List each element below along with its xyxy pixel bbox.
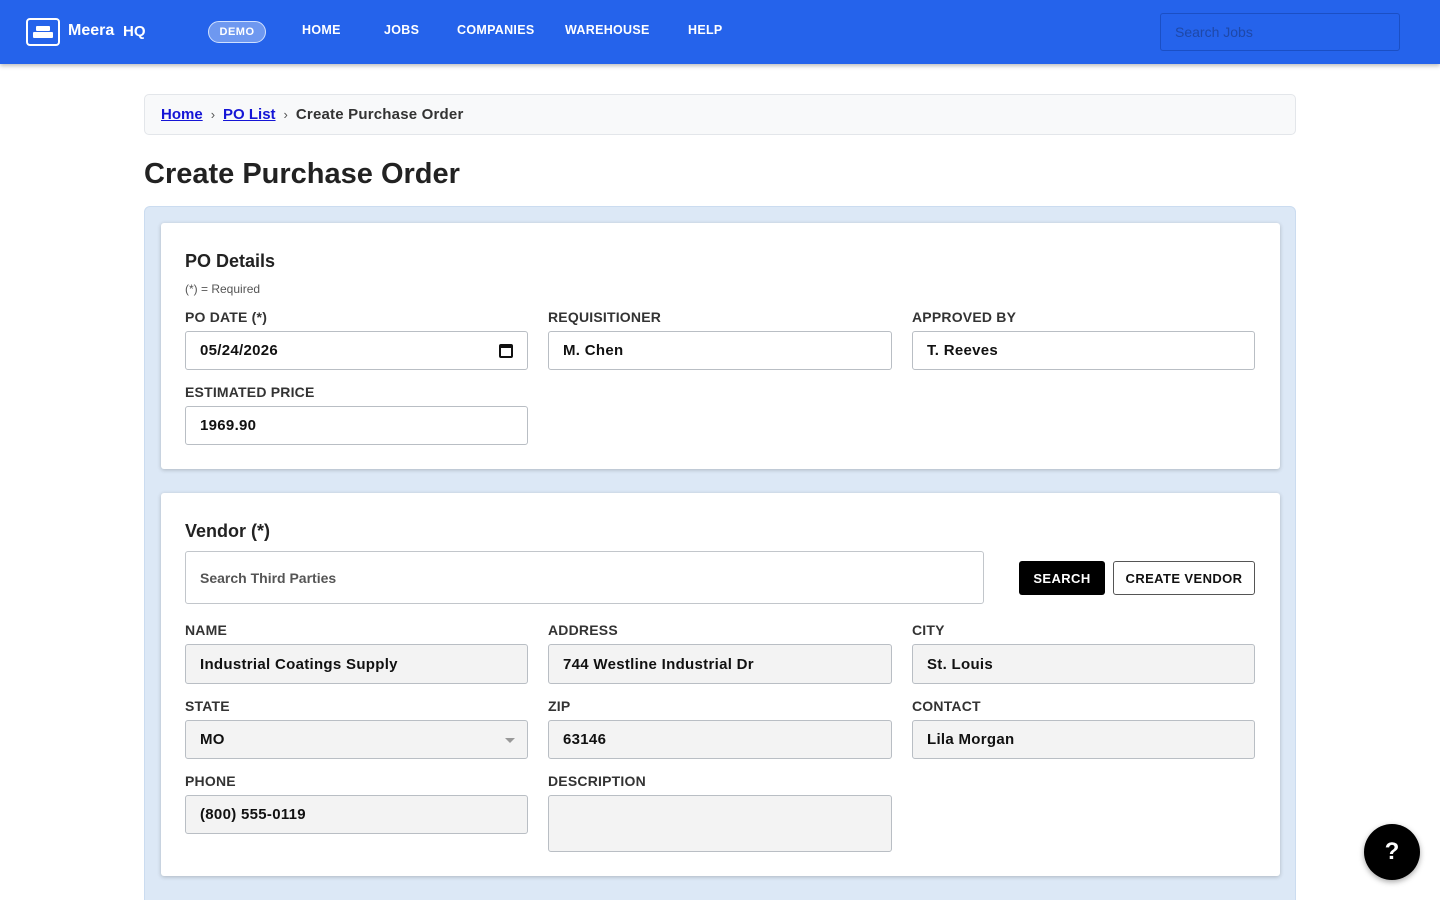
- vendor-city-value: St. Louis: [927, 655, 994, 673]
- breadcrumb: Home › PO List › Create Purchase Order: [144, 94, 1296, 135]
- vendor-address-value: 744 Westline Industrial Dr: [563, 655, 754, 673]
- approved-by-value: T. Reeves: [927, 342, 999, 359]
- vendor-title: Vendor (*): [185, 521, 271, 541]
- vendor-phone-field[interactable]: (800) 555-0119: [185, 795, 528, 834]
- po-details-title: PO Details: [185, 251, 276, 271]
- vendor-name-value: Industrial Coatings Supply: [200, 655, 398, 673]
- vendor-phone-label: PHONE: [185, 773, 236, 789]
- brand-logo-icon[interactable]: [26, 18, 60, 46]
- brand-suffix[interactable]: HQ: [123, 23, 146, 40]
- vendor-state-value: MO: [200, 731, 225, 748]
- nav-help[interactable]: HELP: [688, 23, 723, 37]
- breadcrumb-current: Create Purchase Order: [295, 106, 464, 123]
- search-button[interactable]: SEARCH: [1019, 561, 1105, 595]
- vendor-name-label: NAME: [185, 622, 228, 638]
- top-navbar: Meera HQ DEMO HOME JOBS COMPANIES WAREHO…: [0, 0, 1440, 64]
- page-title: Create Purchase Order: [144, 158, 460, 190]
- approved-by-field[interactable]: T. Reeves: [912, 331, 1255, 370]
- vendor-search-input[interactable]: [185, 551, 984, 604]
- po-date-label: PO DATE (*): [185, 309, 268, 325]
- breadcrumb-home-link[interactable]: Home: [161, 106, 203, 123]
- nav-home[interactable]: HOME: [302, 23, 341, 37]
- vendor-name-field[interactable]: Industrial Coatings Supply: [185, 644, 528, 684]
- vendor-zip-field[interactable]: 63146: [548, 720, 892, 759]
- required-note: (*) = Required: [185, 282, 261, 296]
- create-vendor-button[interactable]: CREATE VENDOR: [1113, 561, 1255, 595]
- nav-jobs[interactable]: JOBS: [384, 23, 419, 37]
- requisitioner-value: M. Chen: [563, 342, 624, 359]
- vendor-address-label: ADDRESS: [548, 622, 618, 638]
- vendor-state-select[interactable]: MO: [185, 720, 528, 759]
- chevron-down-icon[interactable]: [505, 738, 515, 743]
- breadcrumb-separator: ›: [283, 107, 288, 122]
- requisitioner-label: REQUISITIONER: [548, 309, 662, 325]
- vendor-city-field[interactable]: St. Louis: [912, 644, 1255, 684]
- po-date-field[interactable]: 05/24/2026: [185, 331, 528, 370]
- vendor-city-label: CITY: [912, 622, 945, 638]
- nav-warehouse[interactable]: WAREHOUSE: [565, 23, 650, 37]
- requisitioner-field[interactable]: M. Chen: [548, 331, 892, 370]
- brand-name[interactable]: Meera: [68, 22, 114, 40]
- breadcrumb-separator: ›: [210, 107, 216, 122]
- search-jobs-input[interactable]: [1160, 13, 1400, 51]
- vendor-contact-label: CONTACT: [912, 698, 981, 714]
- nav-companies[interactable]: COMPANIES: [457, 23, 534, 37]
- estimated-price-field[interactable]: 1969.90: [185, 406, 528, 445]
- vendor-contact-value: Lila Morgan: [927, 731, 1015, 748]
- vendor-zip-value: 63146: [563, 731, 607, 748]
- vendor-card: Vendor (*) SEARCH CREATE VENDOR NAME Ind…: [161, 493, 1280, 876]
- vendor-description-textarea[interactable]: [548, 795, 892, 852]
- vendor-phone-value: (800) 555-0119: [200, 806, 306, 823]
- vendor-zip-label: ZIP: [548, 698, 571, 714]
- po-date-value: 05/24/2026: [200, 342, 279, 359]
- help-fab-button[interactable]: ?: [1364, 824, 1420, 880]
- calendar-icon[interactable]: [499, 344, 513, 358]
- vendor-description-label: DESCRIPTION: [548, 773, 646, 789]
- approved-by-label: APPROVED BY: [912, 309, 1017, 325]
- breadcrumb-po-list-link[interactable]: PO List: [223, 106, 276, 123]
- po-details-card: PO Details (*) = Required PO DATE (*) 05…: [161, 223, 1280, 469]
- estimated-price-value: 1969.90: [200, 417, 257, 434]
- form-container: PO Details (*) = Required PO DATE (*) 05…: [144, 206, 1296, 900]
- demo-badge: DEMO: [208, 21, 266, 43]
- vendor-contact-field[interactable]: Lila Morgan: [912, 720, 1255, 759]
- vendor-address-field[interactable]: 744 Westline Industrial Dr: [548, 644, 892, 684]
- vendor-state-label: STATE: [185, 698, 230, 714]
- estimated-price-label: ESTIMATED PRICE: [185, 384, 315, 400]
